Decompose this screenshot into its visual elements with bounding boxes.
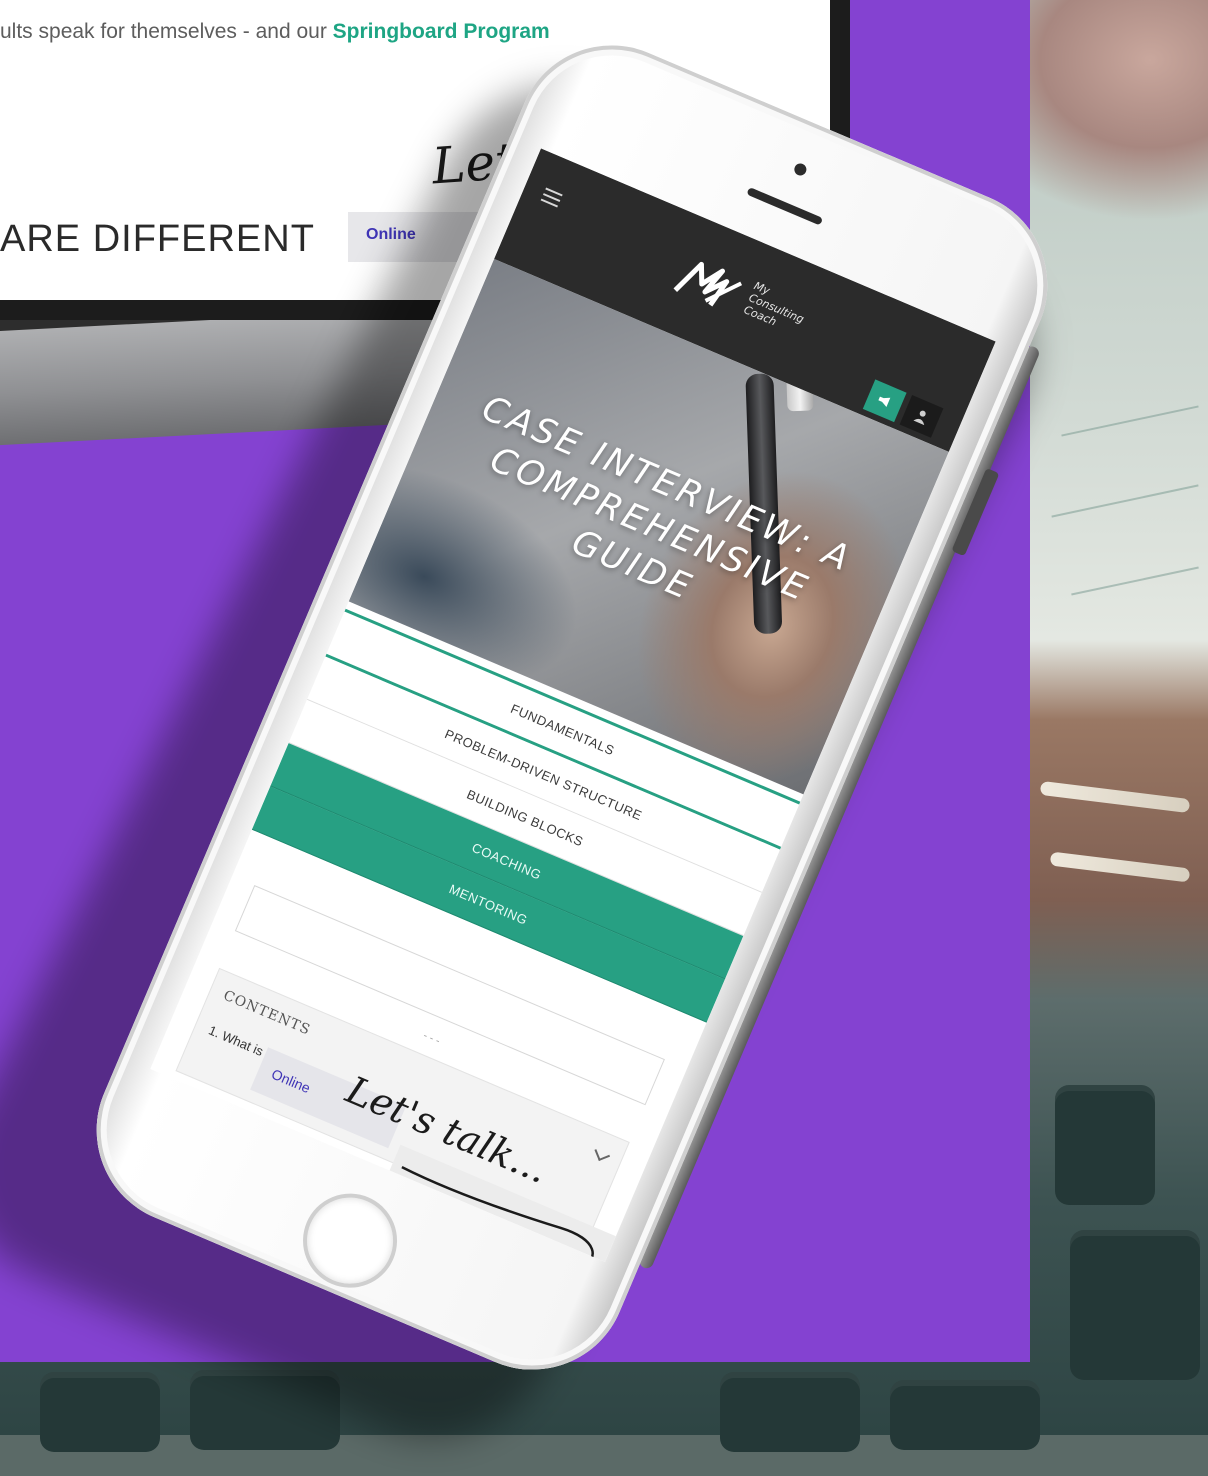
pencil [1049, 851, 1191, 883]
contents-label: CONTENTS [220, 987, 313, 1039]
keyboard-key [1070, 1230, 1200, 1380]
user-icon[interactable] [899, 395, 944, 438]
header-action-button[interactable] [862, 379, 907, 423]
keyboard-key [890, 1380, 1040, 1450]
person-icon [913, 410, 926, 426]
laptop-body-prefix: ults speak for themselves - and our [0, 20, 333, 43]
logo-mark-icon[interactable] [670, 252, 750, 319]
keyboard-key [720, 1372, 860, 1452]
paper-line [1061, 405, 1199, 437]
keyboard-key [40, 1372, 160, 1452]
springboard-program-link[interactable]: Springboard Program [333, 20, 550, 43]
pencil [1039, 780, 1191, 814]
paper-line [1071, 566, 1199, 596]
online-label: Online [269, 1065, 313, 1097]
chevron-down-icon[interactable] [594, 1145, 611, 1162]
logo-text[interactable]: My Consulting Coach [742, 279, 811, 338]
hero-title: CASE INTERVIEW: A COMPREHENSIVE GUIDE [415, 375, 884, 674]
laptop-body-text: ults speak for themselves - and our Spri… [0, 20, 550, 44]
megaphone-icon [878, 396, 891, 407]
hamburger-menu-icon[interactable] [540, 187, 563, 208]
laptop-headline: ARE DIFFERENT [0, 218, 315, 260]
paper-line [1051, 484, 1199, 518]
keyboard-key [1055, 1085, 1155, 1205]
